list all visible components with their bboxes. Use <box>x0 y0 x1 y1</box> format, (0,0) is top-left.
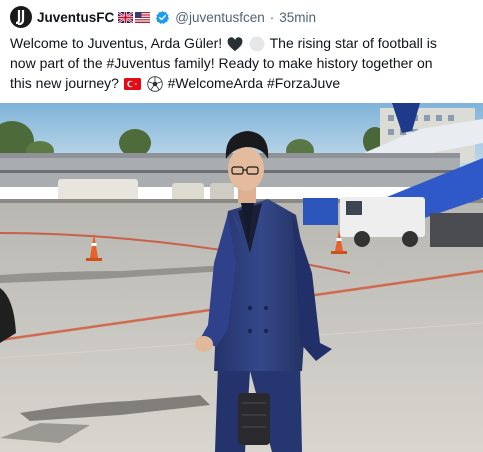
tweet-line-1: Welcome to Juventus, Arda Güler! The ris… <box>10 33 475 53</box>
tweet-text-segment: Welcome to Juventus, Arda Güler! <box>10 35 223 51</box>
white-circle-icon <box>249 36 265 52</box>
us-flag-icon <box>135 11 151 23</box>
juventus-logo-icon <box>15 10 25 25</box>
tweet-text: Welcome to Juventus, Arda Güler! The ris… <box>10 33 475 93</box>
tweet-line-3: this new journey? #WelcomeArda #ForzaJuv… <box>10 73 475 93</box>
separator-dot: · <box>269 9 275 25</box>
tweet-photo[interactable] <box>0 103 483 452</box>
tweet-header: JuventusFC @juventusfcen · 35min <box>10 6 316 28</box>
tweet: JuventusFC @juventusfcen · 35min Welcome… <box>0 0 483 452</box>
tweet-text-segment: this new journey? <box>10 75 119 91</box>
tweet-line-2: now part of the #Juventus family! Ready … <box>10 55 433 71</box>
soccer-ball-icon <box>147 76 163 92</box>
user-handle[interactable]: @juventusfcen <box>175 10 265 25</box>
display-name[interactable]: JuventusFC <box>37 10 114 25</box>
airport-photo <box>0 103 483 452</box>
hashtags[interactable]: #WelcomeArda #ForzaJuve <box>168 75 340 91</box>
uk-flag-icon <box>118 11 134 23</box>
black-heart-icon <box>227 37 243 51</box>
post-time[interactable]: 35min <box>279 10 316 25</box>
tweet-text-segment: The rising star of football is <box>269 35 437 51</box>
juventus-logo-avatar[interactable] <box>10 6 32 28</box>
turkey-flag-icon <box>123 78 141 91</box>
verified-badge-icon <box>155 10 170 25</box>
